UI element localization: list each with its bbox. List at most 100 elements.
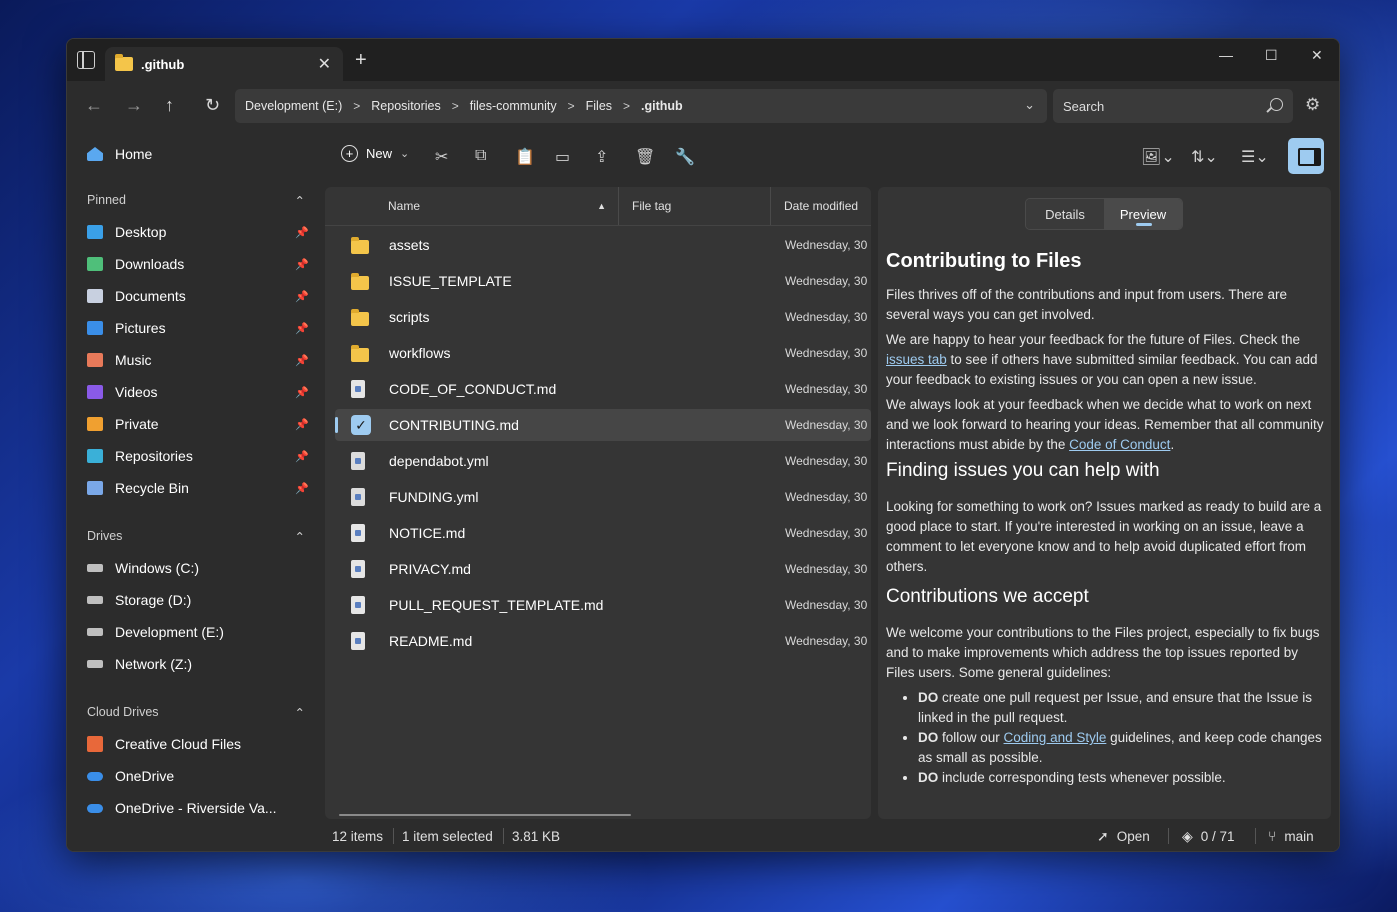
markdown-preview: Contributing to Files Files thrives off …: [886, 251, 1326, 788]
branch-button[interactable]: ⑂ main: [1268, 828, 1314, 844]
new-tab-button[interactable]: +: [355, 50, 367, 70]
file-name: scripts: [389, 309, 430, 325]
sidebar-item-documents[interactable]: Documents 📌: [79, 281, 315, 311]
pin-icon[interactable]: 📌: [295, 482, 309, 495]
file-icon: [351, 488, 365, 506]
horizontal-scrollbar[interactable]: [339, 814, 631, 816]
open-button[interactable]: ➚ Open: [1097, 828, 1150, 845]
checkbox-checked[interactable]: ✓: [351, 415, 371, 435]
column-header-date-modified[interactable]: Date modified: [784, 187, 871, 225]
sidebar-item-drive[interactable]: Development (E:): [79, 617, 315, 647]
search-box[interactable]: Search: [1053, 89, 1293, 123]
search-icon[interactable]: [1270, 98, 1283, 111]
sidebar-item-label: Pictures: [115, 320, 166, 336]
back-button[interactable]: ←: [85, 95, 103, 116]
git-changes[interactable]: ◈ 0 / 71: [1182, 828, 1235, 845]
sidebar-item-label: Music: [115, 352, 152, 368]
sidebar-item-home[interactable]: Home: [79, 139, 315, 169]
pin-icon[interactable]: 📌: [295, 290, 309, 303]
sidebar-item-drive[interactable]: Storage (D:): [79, 585, 315, 615]
coding-style-link[interactable]: Coding and Style: [1004, 730, 1107, 745]
cloud-section-header[interactable]: Cloud Drives ⌃: [87, 705, 305, 720]
pinned-section-header[interactable]: Pinned ⌃: [87, 193, 305, 208]
home-icon: [87, 147, 103, 161]
pin-icon[interactable]: 📌: [295, 450, 309, 463]
minimize-button[interactable]: —: [1219, 47, 1233, 63]
sidebar-item-recycle-bin[interactable]: Recycle Bin 📌: [79, 473, 315, 503]
close-window-button[interactable]: ✕: [1311, 47, 1323, 64]
file-row[interactable]: workflows Wednesday, 30: [335, 337, 871, 369]
tab-preview[interactable]: Preview: [1104, 199, 1182, 229]
column-header-name[interactable]: Name ▲: [388, 187, 618, 225]
pin-icon[interactable]: 📌: [295, 322, 309, 335]
gear-icon[interactable]: ⚙: [1305, 95, 1320, 115]
sidebar-item-pictures[interactable]: Pictures 📌: [79, 313, 315, 343]
refresh-button[interactable]: ↻: [205, 95, 220, 116]
breadcrumb-item[interactable]: Development (E:): [245, 99, 342, 113]
tab-github[interactable]: .github ✕: [105, 47, 343, 81]
sidebar-item-cloud[interactable]: OneDrive: [79, 761, 315, 791]
paste-icon[interactable]: 📋: [515, 147, 535, 167]
chevron-up-icon[interactable]: ⌃: [295, 193, 305, 208]
folder-icon: [351, 237, 369, 254]
file-row[interactable]: PRIVACY.md Wednesday, 30: [335, 553, 871, 585]
pin-icon[interactable]: 📌: [295, 386, 309, 399]
sidebar-toggle-icon[interactable]: [77, 51, 95, 69]
breadcrumb-item[interactable]: .github: [641, 99, 683, 113]
share-icon[interactable]: ⇪: [595, 147, 608, 167]
file-row[interactable]: assets Wednesday, 30: [335, 229, 871, 261]
search-placeholder: Search: [1063, 98, 1105, 114]
pin-icon[interactable]: 📌: [295, 354, 309, 367]
tab-details[interactable]: Details: [1026, 199, 1104, 229]
delete-icon[interactable]: 🗑: [635, 147, 655, 167]
pin-icon[interactable]: 📌: [295, 418, 309, 431]
chevron-down-icon[interactable]: ⌄: [1024, 97, 1035, 113]
file-row[interactable]: scripts Wednesday, 30: [335, 301, 871, 333]
breadcrumb-item[interactable]: Files: [586, 99, 612, 113]
sidebar-item-cloud[interactable]: Creative Cloud Files: [79, 729, 315, 759]
preview-options-icon[interactable]: 🖼⌄: [1141, 147, 1175, 167]
copy-icon[interactable]: ⧉: [475, 147, 486, 165]
maximize-button[interactable]: ☐: [1265, 47, 1278, 64]
pin-icon[interactable]: 📌: [295, 226, 309, 239]
file-row[interactable]: NOTICE.md Wednesday, 30: [335, 517, 871, 549]
file-row[interactable]: FUNDING.yml Wednesday, 30: [335, 481, 871, 513]
rename-icon[interactable]: ▭: [555, 147, 570, 167]
file-row[interactable]: PULL_REQUEST_TEMPLATE.md Wednesday, 30: [335, 589, 871, 621]
file-row[interactable]: ISSUE_TEMPLATE Wednesday, 30: [335, 265, 871, 297]
breadcrumb-item[interactable]: Repositories: [371, 99, 440, 113]
new-button[interactable]: + New ⌄: [341, 145, 409, 162]
address-bar[interactable]: Development (E:) > Repositories > files-co…: [235, 89, 1047, 123]
chevron-up-icon[interactable]: ⌃: [295, 529, 305, 544]
code-of-conduct-link[interactable]: Code of Conduct: [1069, 437, 1170, 452]
sidebar-item-videos[interactable]: Videos 📌: [79, 377, 315, 407]
sidebar-item-cloud[interactable]: OneDrive - Riverside Va...: [79, 793, 315, 823]
sort-icon[interactable]: ⇅⌄: [1191, 147, 1218, 167]
pin-icon[interactable]: 📌: [295, 258, 309, 271]
file-row[interactable]: ✓ CONTRIBUTING.md Wednesday, 30: [335, 409, 871, 441]
sidebar-item-repositories[interactable]: Repositories 📌: [79, 441, 315, 471]
drives-section-header[interactable]: Drives ⌃: [87, 529, 305, 544]
cut-icon[interactable]: ✂: [435, 147, 448, 167]
pane-toggle-button[interactable]: [1288, 138, 1324, 174]
preview-paragraph: We welcome your contributions to the Fil…: [886, 625, 1320, 680]
forward-button[interactable]: →: [125, 95, 143, 116]
tab-close-icon[interactable]: ✕: [318, 54, 331, 74]
sidebar-item-drive[interactable]: Windows (C:): [79, 553, 315, 583]
sidebar-item-private[interactable]: Private 📌: [79, 409, 315, 439]
sidebar-item-music[interactable]: Music 📌: [79, 345, 315, 375]
file-row[interactable]: CODE_OF_CONDUCT.md Wednesday, 30: [335, 373, 871, 405]
column-header-file-tag[interactable]: File tag: [632, 187, 772, 225]
chevron-up-icon[interactable]: ⌃: [295, 705, 305, 720]
up-button[interactable]: ↑: [165, 95, 174, 116]
file-row[interactable]: dependabot.yml Wednesday, 30: [335, 445, 871, 477]
breadcrumb-item[interactable]: files-community: [470, 99, 557, 113]
sidebar-item-desktop[interactable]: Desktop 📌: [79, 217, 315, 247]
sidebar-item-drive[interactable]: Network (Z:): [79, 649, 315, 679]
properties-icon[interactable]: 🔧: [675, 147, 695, 167]
sidebar-item-label: Network (Z:): [115, 656, 192, 672]
file-row[interactable]: README.md Wednesday, 30: [335, 625, 871, 657]
layout-icon[interactable]: ☰⌄: [1241, 147, 1269, 167]
issues-tab-link[interactable]: issues tab: [886, 352, 947, 367]
sidebar-item-downloads[interactable]: Downloads 📌: [79, 249, 315, 279]
